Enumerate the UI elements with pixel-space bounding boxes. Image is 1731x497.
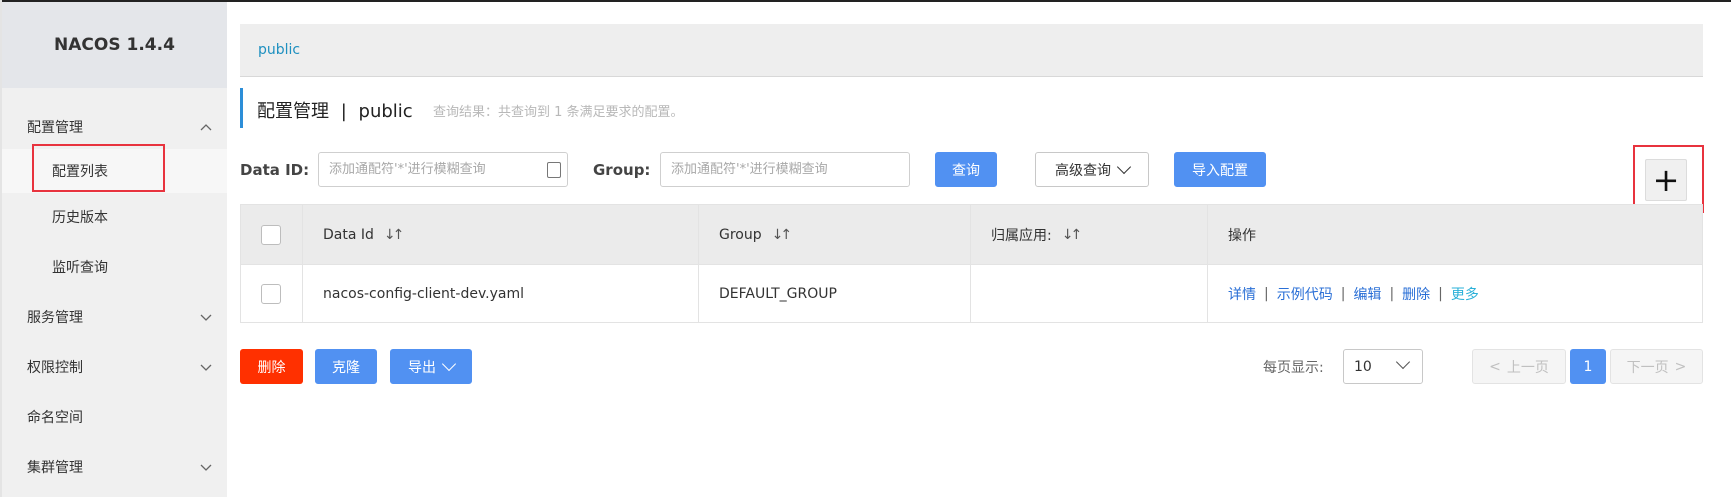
sidebar-item-service-management[interactable]: 服务管理 [2, 295, 227, 339]
sidebar-item-history[interactable]: 历史版本 [2, 195, 227, 239]
namespace-link-public[interactable]: public [258, 42, 300, 58]
chevron-down-icon [200, 464, 212, 471]
cell-data-id: nacos-config-client-dev.yaml [303, 265, 699, 322]
page-title: 配置管理 | public [257, 101, 413, 122]
separator: | [1438, 285, 1443, 302]
group-label: Group: [593, 161, 651, 179]
column-header-data-id[interactable]: Data Id ↓↑ [303, 205, 699, 264]
input-clear-icon[interactable] [547, 162, 561, 178]
bulk-delete-button[interactable]: 删除 [240, 349, 303, 384]
select-all-checkbox[interactable] [261, 224, 281, 245]
config-table: Data Id ↓↑ Group ↓↑ 归属应用: ↓↑ 操作 nacos-confi… [240, 204, 1703, 323]
separator: | [1389, 285, 1395, 302]
more-link[interactable]: 更多 [1451, 284, 1479, 304]
separator: | [1264, 285, 1269, 302]
cell-app [971, 265, 1208, 322]
cell-actions: 详情 | 示例代码 | 编辑 | 删除 | 更多 [1208, 265, 1702, 322]
sidebar-item-config-management[interactable]: 配置管理 [2, 105, 227, 149]
sidebar-item-cluster-management[interactable]: 集群管理 [2, 445, 227, 489]
data-id-field[interactable] [318, 152, 568, 187]
column-header-actions: 操作 [1228, 227, 1256, 244]
cell-group: DEFAULT_GROUP [699, 265, 971, 322]
chevron-down-icon [200, 364, 212, 371]
chevron-down-icon [441, 356, 457, 372]
group-input[interactable] [661, 153, 909, 186]
advanced-query-button[interactable]: 高级查询 [1035, 152, 1149, 187]
page-title-row: 配置管理 | public 查询结果：共查询到 1 条满足要求的配置。 [240, 88, 1040, 128]
page-size-select[interactable]: 10 [1343, 349, 1423, 384]
main-content: public 配置管理 | public 查询结果：共查询到 1 条满足要求的配… [240, 0, 1731, 497]
chevron-left-icon: < [1489, 358, 1501, 375]
query-button-label: 查询 [952, 162, 980, 179]
sidebar-item-namespace[interactable]: 命名空间 [2, 395, 227, 439]
chevron-down-icon [1116, 159, 1132, 175]
export-button[interactable]: 导出 [390, 349, 472, 384]
sample-code-link[interactable]: 示例代码 [1277, 284, 1333, 304]
data-id-label: Data ID: [240, 161, 310, 179]
table-row: nacos-config-client-dev.yaml DEFAULT_GRO… [241, 264, 1702, 322]
sidebar-item-label: 服务管理 [27, 310, 83, 326]
data-id-input[interactable] [319, 153, 567, 186]
chevron-down-icon [1395, 354, 1411, 370]
chevron-right-icon: > [1674, 358, 1687, 375]
sidebar: NACOS 1.4.4 配置管理 配置列表 历史版本 监听查询 服务管理 权限控… [2, 2, 227, 497]
sidebar-item-label: 配置管理 [27, 120, 83, 136]
namespace-bar: public [240, 24, 1703, 77]
query-result-text: 查询结果：共查询到 1 条满足要求的配置。 [433, 105, 684, 120]
current-page-number: 1 [1583, 358, 1593, 375]
clone-label: 克隆 [332, 359, 360, 376]
delete-link[interactable]: 删除 [1402, 284, 1430, 304]
sort-icon[interactable]: ↓↑ [1062, 227, 1083, 243]
chevron-down-icon [200, 314, 212, 321]
clone-button[interactable]: 克隆 [315, 349, 377, 384]
table-header: Data Id ↓↑ Group ↓↑ 归属应用: ↓↑ 操作 [241, 205, 1702, 264]
column-header-app[interactable]: 归属应用: ↓↑ [971, 205, 1208, 264]
edit-link[interactable]: 编辑 [1353, 284, 1381, 304]
import-config-label: 导入配置 [1192, 162, 1248, 179]
sidebar-item-label: 权限控制 [27, 360, 83, 376]
page-1-button[interactable]: 1 [1570, 349, 1606, 384]
import-config-button[interactable]: 导入配置 [1174, 152, 1266, 187]
sidebar-item-label: 监听查询 [52, 260, 108, 276]
add-config-button[interactable]: + [1645, 159, 1687, 201]
sort-icon[interactable]: ↓↑ [384, 227, 405, 243]
next-page-label: 下一页 [1626, 359, 1669, 376]
sidebar-item-label: 命名空间 [27, 410, 83, 426]
detail-link[interactable]: 详情 [1228, 284, 1256, 304]
next-page-button[interactable]: 下一页 > [1610, 349, 1703, 384]
sidebar-item-access-control[interactable]: 权限控制 [2, 345, 227, 389]
column-header-group[interactable]: Group ↓↑ [699, 205, 971, 264]
sidebar-item-label: 集群管理 [27, 460, 83, 476]
sidebar-item-listener-query[interactable]: 监听查询 [2, 245, 227, 289]
prev-page-label: 上一页 [1506, 359, 1549, 376]
highlight-box-config-list [32, 144, 165, 192]
export-label: 导出 [408, 359, 436, 376]
row-checkbox[interactable] [261, 283, 281, 304]
group-field[interactable] [660, 152, 910, 187]
highlight-box-add-config: + [1633, 145, 1704, 213]
page-size-label: 每页显示: [1263, 360, 1324, 376]
sort-icon[interactable]: ↓↑ [772, 227, 793, 243]
query-button[interactable]: 查询 [935, 152, 997, 187]
plus-icon: + [1652, 161, 1680, 199]
header-checkbox-cell [241, 205, 303, 264]
advanced-query-label: 高级查询 [1055, 162, 1111, 179]
bulk-delete-label: 删除 [257, 359, 286, 376]
separator: | [1340, 285, 1346, 302]
chevron-up-icon [200, 124, 212, 131]
brand-title: NACOS 1.4.4 [2, 2, 227, 88]
page-size-value: 10 [1354, 358, 1372, 375]
prev-page-button[interactable]: < 上一页 [1472, 349, 1566, 384]
row-checkbox-cell [241, 265, 303, 322]
sidebar-item-label: 历史版本 [52, 210, 108, 226]
